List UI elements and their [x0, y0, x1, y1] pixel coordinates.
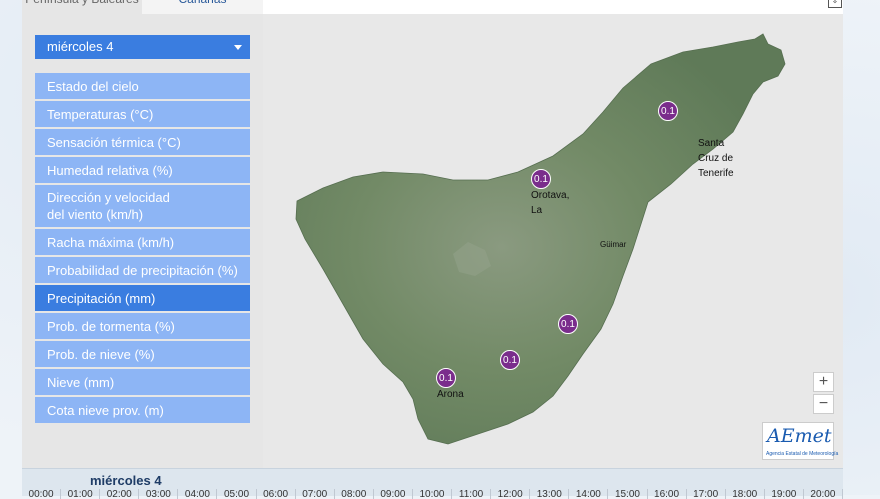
timeline-hour[interactable]: 10:00 [413, 489, 453, 499]
timeline-hour[interactable]: 20:00 [804, 489, 843, 499]
timeline-hour[interactable]: 17:00 [687, 489, 726, 499]
menu-item-cota-nieve[interactable]: Cota nieve prov. (m) [35, 397, 250, 425]
menu-item-precipitacion[interactable]: Precipitación (mm) [35, 285, 250, 313]
day-dropdown[interactable]: miércoles 4 [35, 35, 250, 59]
menu-item-racha[interactable]: Racha máxima (km/h) [35, 229, 250, 257]
download-icon[interactable]: ⇩ [828, 0, 842, 8]
variable-menu: Estado del cielo Temperaturas (°C) Sensa… [35, 73, 250, 425]
place-arona: Arona [437, 389, 464, 400]
menu-item-humedad[interactable]: Humedad relativa (%) [35, 157, 250, 185]
precip-marker-south[interactable]: 0.1 [500, 350, 520, 370]
island-shape [295, 33, 786, 445]
timeline-bar: miércoles 4 00:00 01:00 02:00 03:00 04:0… [22, 468, 843, 499]
precip-marker-arona[interactable]: 0.1 [436, 368, 456, 388]
timeline-hour[interactable]: 02:00 [100, 489, 140, 499]
timeline-hour[interactable]: 18:00 [726, 489, 765, 499]
timeline-hour[interactable]: 16:00 [648, 489, 687, 499]
region-tabs: Península y Baleares Canarias [22, 0, 263, 14]
menu-item-nieve[interactable]: Nieve (mm) [35, 369, 250, 397]
timeline-hour[interactable]: 00:00 [22, 489, 62, 499]
precip-marker-orotava[interactable]: 0.1 [531, 169, 551, 189]
timeline-hour[interactable]: 15:00 [608, 489, 648, 499]
timeline-hour[interactable]: 13:00 [530, 489, 570, 499]
timeline-hour[interactable]: 04:00 [178, 489, 218, 499]
timeline-hour[interactable]: 07:00 [296, 489, 335, 499]
timeline-hour[interactable]: 03:00 [139, 489, 179, 499]
menu-item-prob-precipitacion[interactable]: Probabilidad de precipitación (%) [35, 257, 250, 285]
aemet-logo: AEmet Agencia Estatal de Meteorología [762, 422, 838, 460]
tab-canarias[interactable]: Canarias [142, 0, 263, 14]
timeline-hour[interactable]: 01:00 [61, 489, 101, 499]
timeline-day-label: miércoles 4 [90, 473, 162, 488]
precip-marker-guimar-south[interactable]: 0.1 [558, 314, 578, 334]
timeline-hour[interactable]: 09:00 [374, 489, 413, 499]
tab-peninsula[interactable]: Península y Baleares [22, 0, 142, 14]
tenerife-island [295, 33, 786, 445]
map-panel[interactable] [263, 14, 843, 468]
zoom-out-button[interactable]: − [813, 394, 834, 414]
place-guimar: Güimar [600, 240, 627, 249]
menu-item-viento[interactable]: Dirección y velocidad del viento (km/h) [35, 185, 250, 229]
timeline-hours: 00:00 01:00 02:00 03:00 04:00 05:00 06:0… [22, 489, 843, 499]
chevron-down-icon [234, 45, 242, 50]
timeline-hour[interactable]: 19:00 [765, 489, 804, 499]
timeline-hour[interactable]: 08:00 [335, 489, 374, 499]
menu-item-prob-nieve[interactable]: Prob. de nieve (%) [35, 341, 250, 369]
timeline-hour[interactable]: 05:00 [217, 489, 257, 499]
timeline-hour[interactable]: 14:00 [569, 489, 609, 499]
place-santa-cruz: Santa Cruz de Tenerife [698, 138, 734, 179]
menu-item-prob-tormenta[interactable]: Prob. de tormenta (%) [35, 313, 250, 341]
timeline-hour[interactable]: 12:00 [491, 489, 531, 499]
day-dropdown-value: miércoles 4 [47, 39, 114, 54]
timeline-hour[interactable]: 06:00 [257, 489, 296, 499]
menu-item-temperaturas[interactable]: Temperaturas (°C) [35, 101, 250, 129]
menu-item-estado-cielo[interactable]: Estado del cielo [35, 73, 250, 101]
timeline-hour[interactable]: 11:00 [452, 489, 492, 499]
zoom-in-button[interactable]: + [813, 372, 834, 392]
place-orotava: Orotava, La [531, 190, 570, 216]
precip-marker-santa-cruz[interactable]: 0.1 [658, 101, 678, 121]
menu-item-sensacion-termica[interactable]: Sensación térmica (°C) [35, 129, 250, 157]
